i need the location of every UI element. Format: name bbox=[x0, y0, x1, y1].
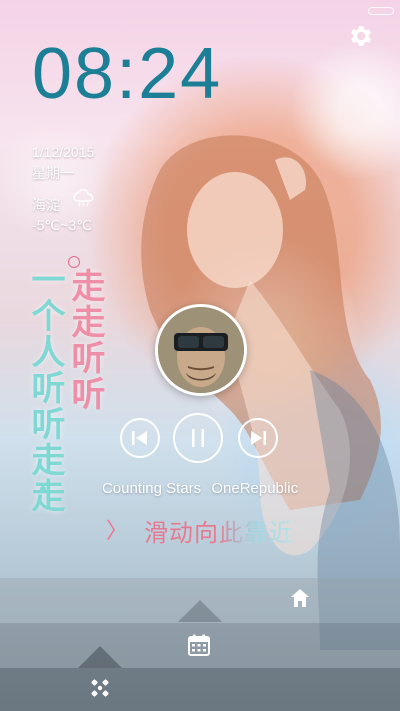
album-art[interactable] bbox=[155, 304, 247, 396]
dock-tier-bottom bbox=[0, 668, 400, 711]
lockscreen-clock: 08:24 bbox=[32, 34, 223, 114]
gear-icon[interactable] bbox=[346, 22, 374, 50]
lyric-text-right: 走走听听 bbox=[66, 268, 104, 412]
song-title: Counting Stars bbox=[101, 480, 202, 497]
calendar-icon[interactable] bbox=[187, 633, 211, 657]
pause-icon bbox=[192, 429, 204, 447]
previous-button[interactable] bbox=[120, 418, 160, 458]
play-pause-button[interactable] bbox=[173, 413, 223, 463]
toggle-icon bbox=[368, 7, 394, 15]
now-playing: Counting Stars OneRepublic bbox=[0, 480, 400, 497]
weather-temperature: -5℃~3℃ bbox=[32, 217, 92, 233]
lyric-text-left: 一个人听听走走 bbox=[26, 262, 64, 514]
apps-icon[interactable] bbox=[90, 678, 110, 698]
date-label: 1/12/2015 bbox=[32, 144, 95, 160]
previous-icon bbox=[132, 431, 147, 445]
next-icon bbox=[251, 431, 266, 445]
slide-to-unlock[interactable]: 〉 滑动向此靠近 bbox=[106, 513, 294, 548]
cloud-rain-icon bbox=[73, 189, 94, 207]
weekday-label: 星期一 bbox=[32, 165, 74, 181]
chevron-right-icon: 〉 bbox=[106, 517, 129, 543]
next-button[interactable] bbox=[238, 418, 278, 458]
music-note-icon bbox=[68, 256, 80, 268]
song-artist: OneRepublic bbox=[211, 480, 299, 497]
weather-city: 海淀 bbox=[32, 197, 60, 213]
home-icon[interactable] bbox=[289, 587, 311, 609]
dock-notch bbox=[178, 600, 222, 622]
dock-notch bbox=[78, 646, 122, 668]
album-portrait bbox=[158, 307, 244, 393]
unlock-hint: 滑动向此靠近 bbox=[144, 513, 294, 548]
